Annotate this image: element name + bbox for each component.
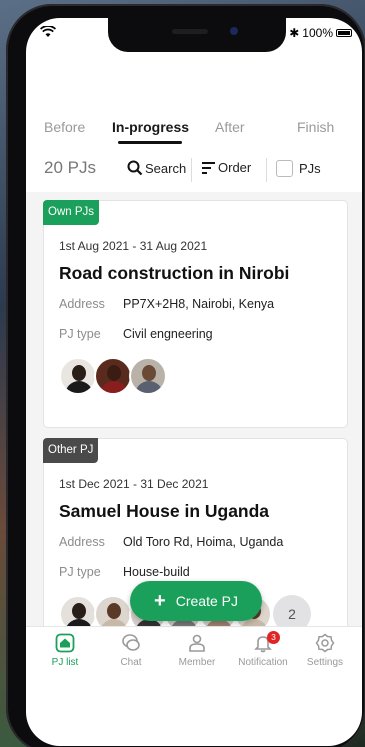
tab-before[interactable]: Before (44, 119, 85, 135)
project-dates: 1st Aug 2021 - 31 Aug 2021 (59, 239, 208, 253)
address-value: Old Toro Rd, Hoima, Uganda (123, 535, 284, 549)
avatar[interactable] (94, 357, 132, 395)
create-pj-label: Create PJ (175, 593, 238, 609)
project-title: Samuel House in Uganda (59, 501, 270, 521)
order-button[interactable]: Order (202, 160, 251, 175)
nav-pj-list[interactable]: PJ list (32, 633, 98, 668)
project-card[interactable]: Own PJs 1st Aug 2021 - 31 Aug 2021 Road … (43, 200, 348, 428)
order-label: Order (218, 160, 252, 175)
phone-frame: ✱ 100% Before In-progress After Finish 2… (6, 4, 365, 747)
battery-icon (336, 29, 352, 37)
nav-label: Member (178, 657, 216, 668)
nav-label: Settings (306, 657, 344, 668)
project-title: Road construction in Nirobi (59, 263, 290, 283)
pj-type-label: PJ type (59, 565, 101, 579)
address-value: PP7X+2H8, Nairobi, Kenya (123, 297, 275, 311)
active-tab-indicator (118, 141, 182, 144)
nav-label: Chat (120, 657, 142, 668)
person-icon (189, 634, 205, 652)
address-row: Address Old Toro Rd, Hoima, Uganda (59, 535, 283, 549)
own-pj-tag: Own PJs (43, 200, 100, 225)
pj-type-value: House-build (123, 565, 190, 579)
pjs-filter-checkbox[interactable]: PJs (276, 160, 321, 177)
plus-icon: + (154, 590, 166, 612)
search-label: Search (145, 160, 187, 176)
pj-type-row: PJ type Civil engneering (59, 327, 213, 341)
nav-chat[interactable]: Chat (98, 633, 164, 668)
list-toolbar: 20 PJs Search Order PJs (26, 158, 362, 184)
app-screen: ✱ 100% Before In-progress After Finish 2… (26, 18, 362, 746)
bottom-nav: PJ list Chat Member 3 Notification Setti… (26, 626, 362, 682)
create-pj-button[interactable]: + Create PJ (130, 581, 262, 621)
search-icon (127, 160, 143, 176)
project-dates: 1st Dec 2021 - 31 Dec 2021 (59, 477, 209, 491)
nav-notification[interactable]: 3 Notification (230, 631, 296, 668)
pj-type-row: PJ type House-build (59, 565, 190, 579)
notch (108, 18, 286, 52)
bluetooth-icon: ✱ (289, 26, 300, 40)
pj-type-label: PJ type (59, 327, 101, 341)
tab-finish[interactable]: Finish (297, 119, 334, 135)
sort-icon (202, 161, 215, 174)
pj-count: 20 PJs (44, 158, 96, 177)
nav-label: Notification (238, 657, 288, 668)
nav-label: PJ list (51, 657, 79, 668)
front-camera (230, 27, 238, 35)
pjs-filter-label: PJs (299, 161, 321, 176)
wifi-icon (39, 25, 57, 41)
avatar[interactable] (59, 357, 97, 395)
nav-settings[interactable]: Settings (292, 633, 358, 668)
chat-icon (122, 634, 140, 651)
speaker (172, 29, 208, 34)
status-bar-right: ✱ 100% (289, 26, 352, 40)
address-label: Address (59, 297, 105, 311)
search-button[interactable]: Search (127, 160, 186, 176)
avatar[interactable] (129, 357, 167, 395)
toolbar-divider (191, 158, 192, 182)
member-avatars (59, 357, 167, 395)
home-icon (55, 633, 75, 653)
tab-in-progress[interactable]: In-progress (112, 119, 189, 135)
status-tabs: Before In-progress After Finish (26, 119, 362, 147)
tab-after[interactable]: After (215, 119, 245, 135)
battery-percent: 100% (302, 26, 333, 40)
gear-icon (315, 633, 335, 653)
other-pj-tag: Other PJ (43, 438, 99, 463)
pj-type-value: Civil engneering (123, 327, 213, 341)
address-row: Address PP7X+2H8, Nairobi, Kenya (59, 297, 274, 311)
checkbox-icon[interactable] (276, 160, 293, 177)
toolbar-divider (266, 158, 267, 182)
nav-member[interactable]: Member (164, 633, 230, 668)
address-label: Address (59, 535, 105, 549)
notification-count-badge: 3 (267, 631, 280, 644)
